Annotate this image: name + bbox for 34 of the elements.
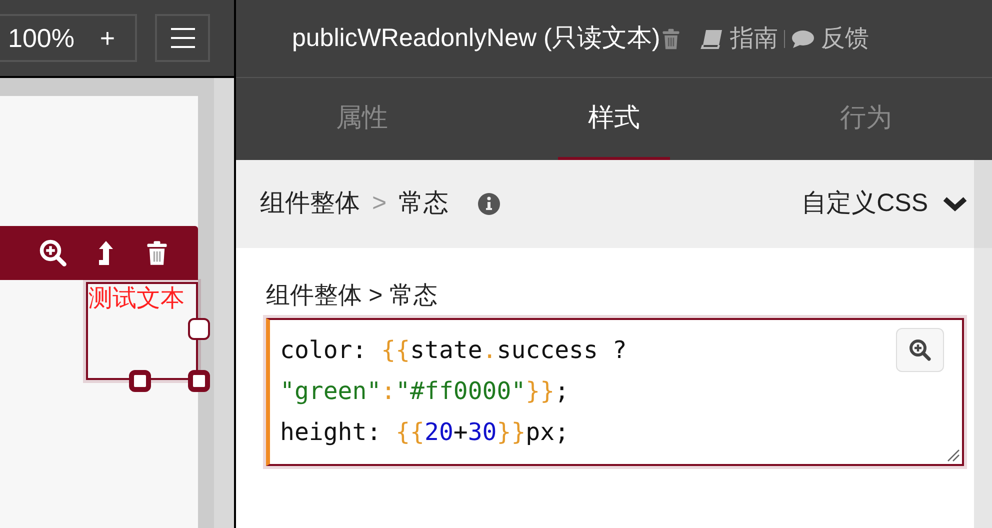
zoom-in-icon[interactable] bbox=[908, 338, 932, 362]
zoom-level: 100% bbox=[8, 22, 74, 54]
breadcrumb-current: 常态 bbox=[398, 188, 449, 220]
chat-bubble-icon bbox=[791, 28, 816, 48]
zoom-button[interactable] bbox=[896, 328, 944, 372]
code-line: height: {{20+30}}px; bbox=[280, 417, 570, 448]
zoom-in-button[interactable]: + bbox=[100, 18, 115, 58]
component-title: publicWReadonlyNew (只读文本) bbox=[292, 22, 660, 54]
scrollbar[interactable] bbox=[214, 78, 234, 528]
scrollbar-thumb[interactable] bbox=[974, 160, 992, 248]
editor-label: 组件整体 > 常态 bbox=[266, 281, 438, 311]
tab[interactable]: 属性 bbox=[306, 78, 418, 160]
resize-handle[interactable] bbox=[188, 318, 210, 340]
component-text: 测试文本 bbox=[88, 284, 186, 314]
breadcrumb-separator: > bbox=[372, 188, 387, 220]
chevron-down-icon bbox=[942, 195, 968, 213]
resize-handle[interactable] bbox=[188, 370, 210, 392]
book-icon bbox=[700, 28, 724, 48]
code-line: color: {{state.success ? bbox=[280, 335, 627, 366]
header-link[interactable]: 指南 bbox=[730, 20, 778, 56]
resize-handle[interactable] bbox=[129, 370, 152, 392]
scrollbar[interactable] bbox=[974, 160, 992, 528]
menu-button[interactable] bbox=[155, 14, 210, 62]
zoom-in-icon[interactable] bbox=[38, 238, 68, 268]
trash-icon[interactable] bbox=[660, 28, 682, 50]
css-editor[interactable]: color: {{state.success ? "green":"#ff0000"}}; height: {{20+30}}px; bbox=[266, 318, 964, 466]
code-line: "green":"#ff0000"}}; bbox=[280, 376, 570, 407]
info-icon[interactable] bbox=[476, 192, 501, 216]
mode-dropdown[interactable]: 自定义CSS bbox=[802, 185, 968, 223]
tab[interactable]: 行为 bbox=[810, 78, 922, 160]
menu-icon bbox=[170, 27, 196, 49]
breadcrumb-parent: 组件整体 bbox=[260, 188, 360, 220]
resize-grip-icon[interactable] bbox=[946, 448, 960, 462]
header-link[interactable]: 反馈 bbox=[821, 20, 870, 56]
